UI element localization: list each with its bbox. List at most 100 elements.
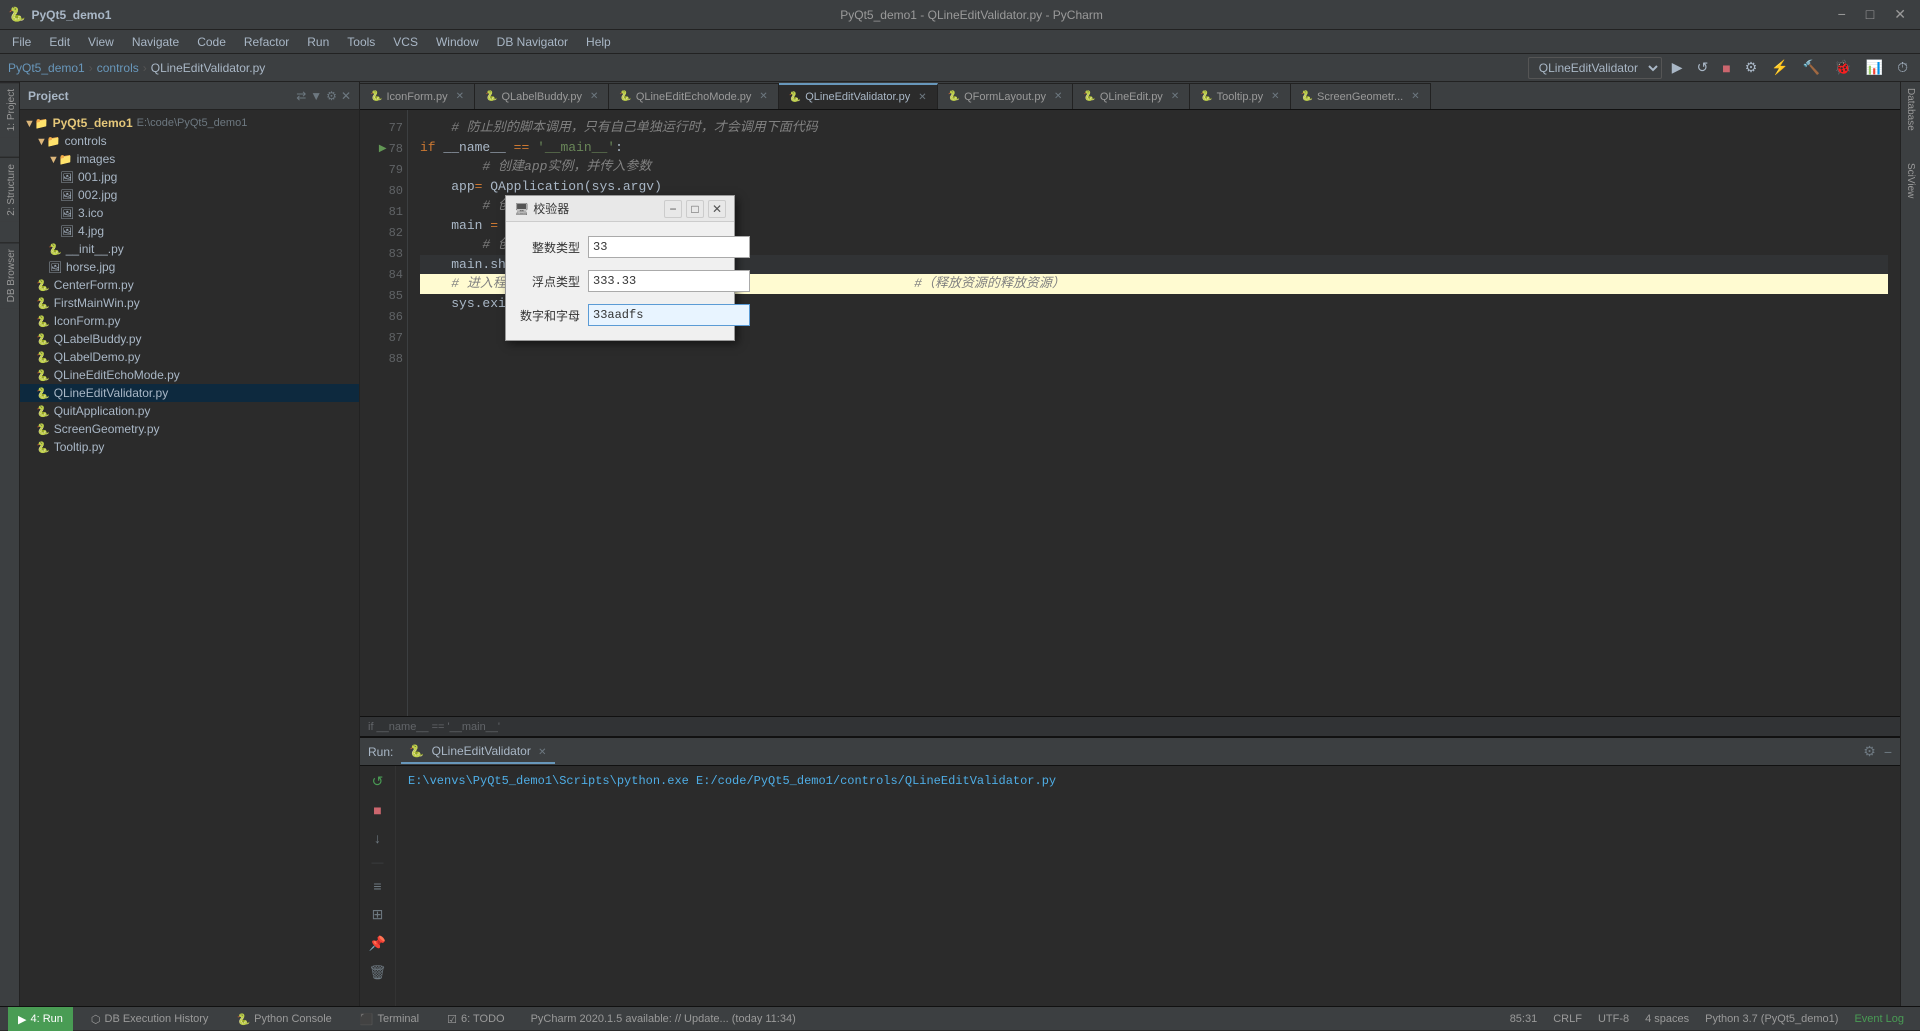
- bottom-tab-run[interactable]: ▶ 4: Run: [8, 1007, 73, 1031]
- bottom-tab-todo[interactable]: ☑ 6: TODO: [437, 1007, 514, 1031]
- gear-icon[interactable]: ⚙: [1741, 57, 1762, 78]
- tab-qlinevalidator-close[interactable]: ✕: [918, 92, 926, 103]
- tree-root[interactable]: ▼📁 PyQt5_demo1 E:\code\PyQt5_demo1: [20, 114, 359, 132]
- cursor-position[interactable]: 85:31: [1510, 1013, 1538, 1025]
- validator-select[interactable]: QLineEditValidator: [1528, 57, 1662, 79]
- close-button[interactable]: ✕: [1888, 6, 1912, 23]
- menu-tools[interactable]: Tools: [339, 33, 383, 51]
- tree-qlineeditechodmode[interactable]: 🐍 QLineEditEchoMode.py: [20, 366, 359, 384]
- sidebar-item-project[interactable]: 1: Project: [0, 82, 19, 137]
- rerun-run-button[interactable]: ↺: [369, 770, 387, 793]
- stop-run-button[interactable]: ■: [370, 799, 384, 821]
- tab-qlabelbuddy-close[interactable]: ✕: [590, 91, 598, 102]
- dialog-close-button[interactable]: ✕: [708, 200, 726, 218]
- tab-iconform[interactable]: 🐍 IconForm.py ✕: [360, 83, 475, 109]
- encoding[interactable]: UTF-8: [1598, 1013, 1629, 1025]
- close-panel-button[interactable]: ✕: [341, 89, 351, 103]
- run-settings-icon[interactable]: ⚙: [1863, 743, 1876, 760]
- tree-horse-jpg[interactable]: 🖼 horse.jpg: [20, 258, 359, 276]
- delete-button[interactable]: 🗑: [366, 961, 390, 984]
- tree-quitapplication[interactable]: 🐍 QuitApplication.py: [20, 402, 359, 420]
- tree-3ico[interactable]: 🖼 3.ico: [20, 204, 359, 222]
- collapse-button[interactable]: ▼: [310, 89, 322, 103]
- tree-centerform[interactable]: 🐍 CenterForm.py: [20, 276, 359, 294]
- menu-window[interactable]: Window: [428, 33, 487, 51]
- tab-iconform-close[interactable]: ✕: [456, 91, 464, 102]
- tab-tooltip-close[interactable]: ✕: [1271, 91, 1279, 102]
- tree-qlabeldemo[interactable]: 🐍 QLabelDemo.py: [20, 348, 359, 366]
- tree-002jpg[interactable]: 🖼 002.jpg: [20, 186, 359, 204]
- stop-button[interactable]: ■: [1718, 58, 1734, 78]
- sync-button[interactable]: ⇄: [296, 89, 306, 103]
- scroll-down-button[interactable]: ↓: [371, 827, 384, 849]
- event-log[interactable]: Event Log: [1854, 1013, 1904, 1025]
- tree-controls-folder[interactable]: ▼📁 controls: [20, 132, 359, 150]
- tab-qlineedit-close[interactable]: ✕: [1171, 91, 1179, 102]
- tab-qlineedit[interactable]: 🐍 QLineEdit.py ✕: [1073, 83, 1190, 109]
- tree-4jpg[interactable]: 🖼 4.jpg: [20, 222, 359, 240]
- tree-init-py[interactable]: 🐍 __init__.py: [20, 240, 359, 258]
- sidebar-item-sciview[interactable]: SciView: [1903, 157, 1918, 204]
- tree-qlabelbuddy[interactable]: 🐍 QLabelBuddy.py: [20, 330, 359, 348]
- settings-icon[interactable]: ⚙: [326, 89, 337, 103]
- sidebar-item-db-browser[interactable]: DB Browser: [0, 242, 19, 308]
- bottom-tab-python-console[interactable]: 🐍 Python Console: [226, 1007, 341, 1031]
- pin-button[interactable]: 📌: [366, 932, 389, 955]
- menu-navigate[interactable]: Navigate: [124, 33, 187, 51]
- menu-vcs[interactable]: VCS: [385, 33, 426, 51]
- tree-images-folder[interactable]: ▼📁 images: [20, 150, 359, 168]
- python-version[interactable]: Python 3.7 (PyQt5_demo1): [1705, 1013, 1838, 1025]
- build-button[interactable]: 🔨: [1799, 57, 1824, 78]
- dialog-minimize-button[interactable]: −: [664, 200, 682, 218]
- menu-file[interactable]: File: [4, 33, 39, 51]
- run-minimize-icon[interactable]: −: [1884, 744, 1892, 760]
- tab-screengeometry[interactable]: 🐍 ScreenGeometr... ✕: [1291, 83, 1431, 109]
- tree-qlineeditvalidator[interactable]: 🐍 QLineEditValidator.py: [20, 384, 359, 402]
- tree-iconform[interactable]: 🐍 IconForm.py: [20, 312, 359, 330]
- sidebar-item-structure[interactable]: 2: Structure: [0, 157, 19, 222]
- fold-button[interactable]: ⊞: [369, 903, 387, 926]
- bottom-tab-terminal[interactable]: ⬛ Terminal: [350, 1007, 429, 1031]
- settings-button[interactable]: ⚡: [1767, 57, 1792, 78]
- tab-qlabelbuddy[interactable]: 🐍 QLabelBuddy.py ✕: [475, 83, 609, 109]
- rerun-button[interactable]: ↺: [1693, 57, 1713, 78]
- dialog-input-float[interactable]: [588, 270, 750, 292]
- profile-button[interactable]: ⏱: [1893, 57, 1912, 78]
- menu-run[interactable]: Run: [299, 33, 337, 51]
- tree-tooltip[interactable]: 🐍 Tooltip.py: [20, 438, 359, 456]
- debug-button[interactable]: 🐞: [1830, 57, 1855, 78]
- menu-code[interactable]: Code: [189, 33, 234, 51]
- breadcrumb-folder[interactable]: controls: [97, 61, 139, 75]
- line-endings[interactable]: CRLF: [1553, 1013, 1582, 1025]
- tab-qlineechomode-close[interactable]: ✕: [759, 91, 767, 102]
- tab-screengeometry-close[interactable]: ✕: [1411, 91, 1419, 102]
- maximize-button[interactable]: □: [1860, 6, 1880, 23]
- tab-qformlayout[interactable]: 🐍 QFormLayout.py ✕: [938, 83, 1074, 109]
- dialog-maximize-button[interactable]: □: [686, 200, 704, 218]
- tab-qlineeditvalidator[interactable]: 🐍 QLineEditValidator.py ✕: [779, 83, 938, 109]
- tab-qformlayout-close[interactable]: ✕: [1054, 91, 1062, 102]
- menu-edit[interactable]: Edit: [41, 33, 78, 51]
- menu-help[interactable]: Help: [578, 33, 619, 51]
- minimize-button[interactable]: −: [1832, 6, 1852, 23]
- tab-tooltip[interactable]: 🐍 Tooltip.py ✕: [1190, 83, 1290, 109]
- menu-view[interactable]: View: [80, 33, 122, 51]
- run-config-button[interactable]: ▶: [1668, 57, 1687, 78]
- tree-screengeometry[interactable]: 🐍 ScreenGeometry.py: [20, 420, 359, 438]
- run-tab-qlinevalidator[interactable]: 🐍 QLineEditValidator ✕: [401, 740, 554, 764]
- dialog-input-alphanumeric[interactable]: [588, 304, 750, 326]
- soft-wrap-button[interactable]: ≡: [370, 875, 384, 897]
- tree-firstmainwin[interactable]: 🐍 FirstMainWin.py: [20, 294, 359, 312]
- tab-qlineeditechomode[interactable]: 🐍 QLineEditEchoMode.py ✕: [609, 83, 778, 109]
- coverage-button[interactable]: 📊: [1862, 57, 1887, 78]
- dialog-input-integer[interactable]: [588, 236, 750, 258]
- bottom-tab-db-execution[interactable]: ⬡ DB Execution History: [81, 1007, 219, 1031]
- sidebar-item-database[interactable]: Database: [1903, 82, 1918, 137]
- run-tab-close[interactable]: ✕: [538, 747, 546, 758]
- dialog-title-bar[interactable]: 🖥 校验器 − □ ✕: [506, 196, 734, 222]
- tree-001jpg[interactable]: 🖼 001.jpg: [20, 168, 359, 186]
- menu-refactor[interactable]: Refactor: [236, 33, 297, 51]
- menu-db-navigator[interactable]: DB Navigator: [489, 33, 576, 51]
- breadcrumb-project[interactable]: PyQt5_demo1: [8, 61, 85, 75]
- indent-setting[interactable]: 4 spaces: [1645, 1013, 1689, 1025]
